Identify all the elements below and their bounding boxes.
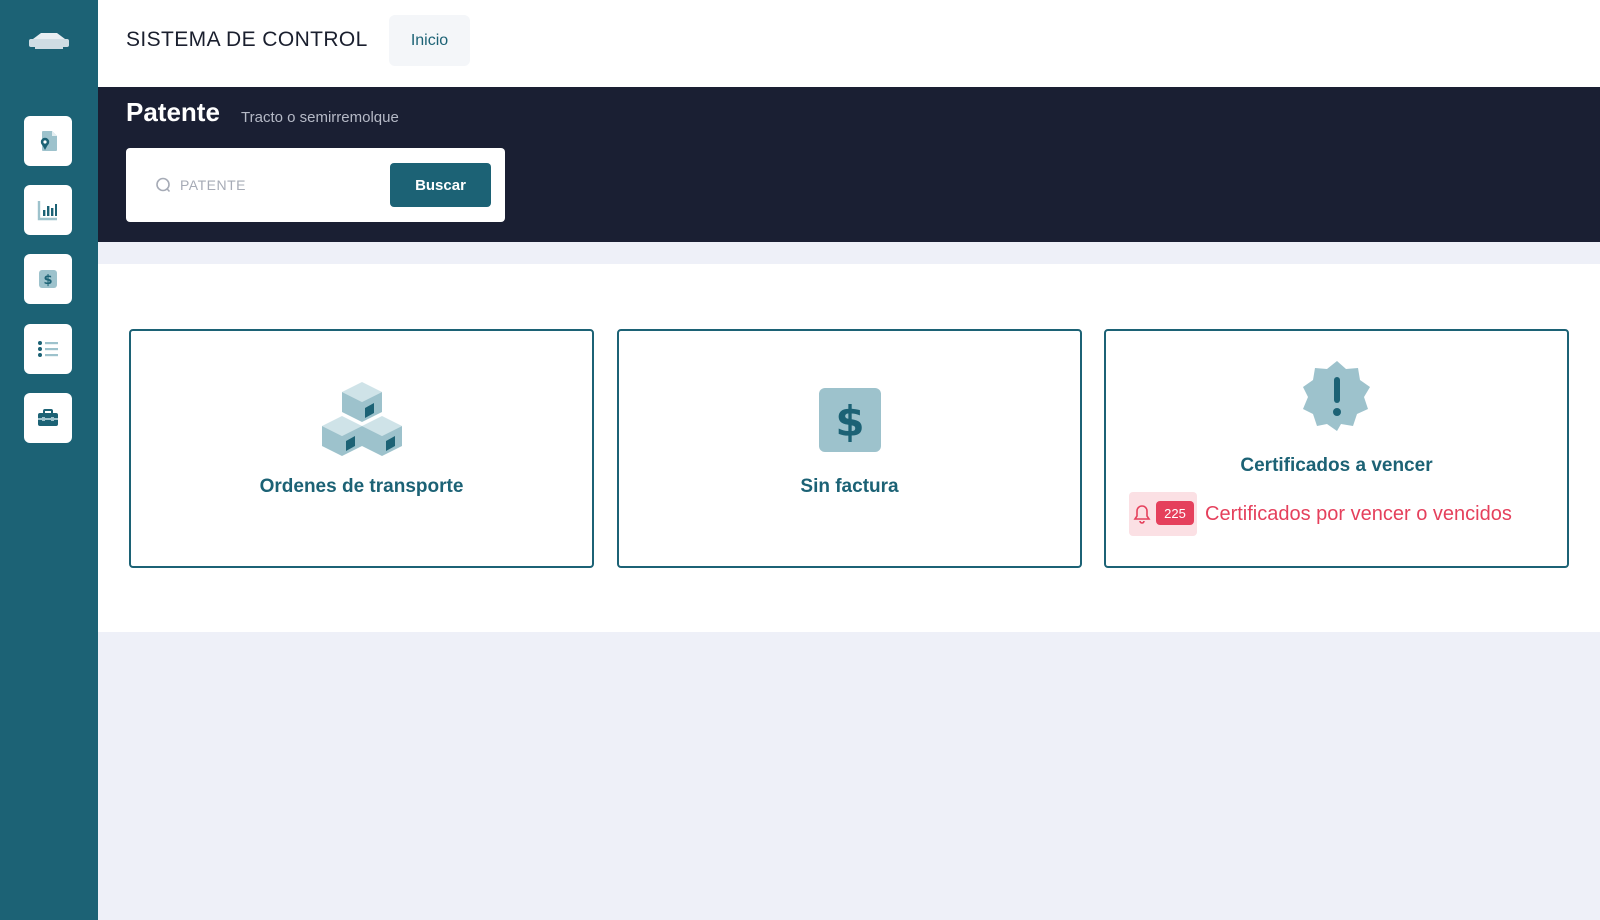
search-box: Buscar bbox=[126, 148, 505, 222]
alert-text: Certificados por vencer o vencidos bbox=[1205, 502, 1512, 525]
page-title: Patente bbox=[126, 97, 220, 127]
page-subtitle: Tracto o semirremolque bbox=[241, 109, 399, 126]
sidebar-item-documents[interactable] bbox=[24, 116, 72, 166]
company-logo bbox=[27, 30, 71, 52]
svg-text:$: $ bbox=[43, 273, 52, 288]
dashboard-panel: Ordenes de transporte $ Sin factura Cert… bbox=[98, 264, 1600, 632]
card-certificados-vencer[interactable]: Certificados a vencer 225 Certificados p… bbox=[1104, 329, 1569, 568]
sidebar-item-finance[interactable]: $ bbox=[24, 254, 72, 304]
toolbox-icon bbox=[38, 409, 58, 426]
expiry-alert[interactable]: 225 Certificados por vencer o vencidos bbox=[1129, 492, 1512, 536]
dollar-square-icon: $ bbox=[818, 388, 881, 452]
sidebar-item-tools[interactable] bbox=[24, 393, 72, 443]
top-bar: SISTEMA DE CONTROL Inicio bbox=[98, 0, 1600, 87]
bar-chart-icon bbox=[37, 201, 57, 221]
search-header: Patente Tracto o semirremolque Buscar bbox=[98, 87, 1600, 242]
sidebar-item-reports[interactable] bbox=[24, 185, 72, 235]
tab-inicio[interactable]: Inicio bbox=[389, 15, 470, 66]
app-title: SISTEMA DE CONTROL bbox=[126, 28, 368, 51]
card-label: Ordenes de transporte bbox=[259, 476, 464, 497]
alert-badge-icon bbox=[1302, 361, 1370, 431]
card-ordenes-transporte[interactable]: Ordenes de transporte bbox=[129, 329, 594, 568]
sidebar-item-list[interactable] bbox=[24, 324, 72, 374]
alert-chip: 225 bbox=[1129, 492, 1197, 536]
document-location-icon bbox=[40, 131, 57, 151]
list-icon bbox=[38, 341, 58, 357]
patente-search-input[interactable] bbox=[180, 170, 370, 200]
card-label: Certificados a vencer bbox=[1240, 455, 1433, 476]
search-icon bbox=[156, 177, 171, 193]
bell-icon bbox=[1133, 505, 1151, 524]
dollar-icon: $ bbox=[39, 270, 57, 288]
svg-text:$: $ bbox=[835, 397, 864, 446]
search-button[interactable]: Buscar bbox=[390, 163, 491, 207]
card-label: Sin factura bbox=[800, 476, 899, 497]
card-sin-factura[interactable]: $ Sin factura bbox=[617, 329, 1082, 568]
alert-count-badge: 225 bbox=[1156, 501, 1194, 525]
boxes-icon bbox=[321, 382, 402, 456]
sidebar: $ bbox=[0, 0, 98, 920]
